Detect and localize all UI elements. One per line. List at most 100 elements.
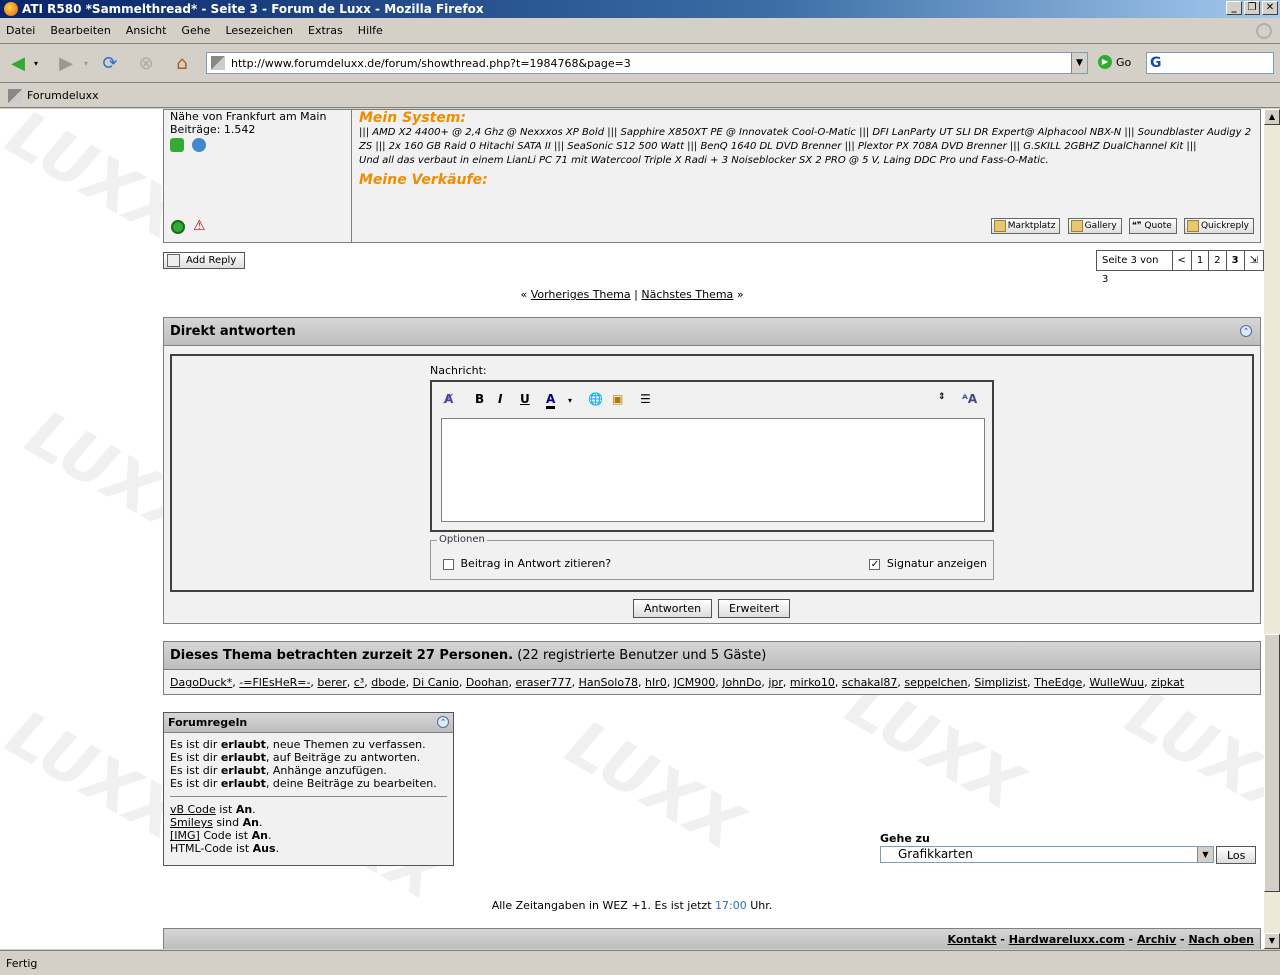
color-dropdown-icon[interactable]: ▾ [568, 396, 572, 405]
collapse-icon[interactable]: ⌃ [437, 716, 449, 728]
close-button[interactable]: ✕ [1262, 1, 1278, 15]
forward-arrow-icon[interactable]: ▶ [54, 52, 78, 76]
resize-icon[interactable]: ⇕ [938, 392, 946, 402]
text-color-icon[interactable]: A [546, 392, 556, 409]
viewer-link[interactable]: Simplizist [974, 676, 1027, 689]
menu-hilfe[interactable]: Hilfe [358, 24, 383, 37]
url-dropdown-icon[interactable]: ▼ [1071, 53, 1087, 73]
archive-link[interactable]: Archiv [1137, 933, 1176, 946]
add-reply-button[interactable]: Add Reply [163, 252, 246, 269]
rule-line: Es ist dir erlaubt, Anhänge anzufügen. [170, 764, 387, 777]
marketplace-button[interactable]: Marktplatz [990, 218, 1061, 234]
forum-jump-select[interactable]: Grafikkarten ▼ [880, 846, 1214, 863]
menu-bearbeiten[interactable]: Bearbeiten [50, 24, 110, 37]
url-bar[interactable]: ▼ [206, 52, 1088, 74]
viewer-link[interactable]: Di Canio [413, 676, 459, 689]
viewer-link[interactable]: schakal87 [842, 676, 897, 689]
previous-thread-link[interactable]: Vorheriges Thema [531, 288, 631, 301]
viewer-link[interactable]: eraser777 [516, 676, 572, 689]
signature-checkbox[interactable]: ✓ [869, 558, 881, 570]
forum-jump-go-button[interactable]: Los [1216, 846, 1257, 864]
viewer-link[interactable]: dbode [371, 676, 405, 689]
reload-icon[interactable]: ⟳ [98, 52, 122, 76]
underline-icon[interactable]: U [520, 392, 530, 406]
gallery-button[interactable]: Gallery [1067, 218, 1122, 234]
options-fieldset: Optionen Beitrag in Antwort zitieren? ✓ … [430, 534, 994, 580]
viewer-link[interactable]: berer [317, 676, 346, 689]
forum-jump-label: Gehe zu [880, 832, 930, 845]
next-thread-link[interactable]: Nächstes Thema [641, 288, 733, 301]
message-textarea[interactable] [441, 418, 985, 522]
remove-format-icon[interactable]: A̸ [444, 392, 453, 406]
viewer-link[interactable]: DagoDuck* [170, 676, 232, 689]
viewer-link[interactable]: seppelchen [904, 676, 967, 689]
online-status-icon [171, 220, 185, 234]
quote-button[interactable]: ❝❞ Quote [1128, 218, 1177, 234]
viewer-link[interactable]: HanSolo78 [579, 676, 638, 689]
viewer-link[interactable]: TheEdge [1034, 676, 1082, 689]
pager-prev[interactable]: < [1171, 250, 1192, 271]
advanced-reply-button[interactable]: Erweitert [718, 599, 791, 618]
insert-link-icon[interactable]: 🌐 [588, 392, 603, 406]
go-button[interactable]: ▶ Go [1098, 55, 1131, 69]
italic-icon[interactable]: I [498, 392, 502, 406]
select-dropdown-icon[interactable]: ▼ [1197, 847, 1213, 862]
pager-last[interactable]: ⇲ [1243, 250, 1264, 271]
buddy-icon[interactable] [191, 138, 206, 152]
rule-line: Es ist dir erlaubt, neue Themen zu verfa… [170, 738, 426, 751]
menu-extras[interactable]: Extras [308, 24, 343, 37]
bold-icon[interactable]: B [475, 392, 484, 406]
insert-image-icon[interactable]: ▣ [612, 392, 623, 406]
quickreply-button[interactable]: Quickreply [1183, 218, 1254, 234]
vbcode-link[interactable]: vB Code [170, 803, 216, 816]
code-line: vB Code ist An. [170, 803, 256, 816]
home-icon[interactable]: ⌂ [170, 52, 194, 76]
back-arrow-icon[interactable]: ◀ [6, 52, 30, 76]
top-link[interactable]: Nach oben [1188, 933, 1254, 946]
url-input[interactable] [231, 56, 1071, 70]
scroll-up-icon[interactable]: ▲ [1264, 109, 1280, 125]
search-input[interactable]: G [1146, 52, 1274, 74]
viewer-link[interactable]: mirko10 [790, 676, 835, 689]
scroll-down-icon[interactable]: ▼ [1264, 933, 1280, 949]
bookmark-page-icon [8, 88, 22, 103]
report-icon[interactable]: ⚠ [193, 218, 206, 234]
insert-quote-icon[interactable]: ☰ [640, 392, 651, 406]
switch-mode-icon[interactable]: ᴬA [962, 392, 977, 406]
stop-icon[interactable]: ⊗ [134, 52, 158, 76]
viewer-link[interactable]: JCM900 [674, 676, 715, 689]
go-label: Go [1116, 55, 1132, 69]
forward-dropdown-icon[interactable]: ▾ [80, 52, 92, 76]
smileys-link[interactable]: Smileys [170, 816, 213, 829]
minimize-button[interactable]: _ [1226, 1, 1242, 15]
menu-gehe[interactable]: Gehe [181, 24, 210, 37]
time-info: Alle Zeitangaben in WEZ +1. Es ist jetzt… [491, 899, 773, 912]
system-case: Und all das verbaut in einem LianLi PC 7… [359, 155, 1049, 166]
img-code-link[interactable]: [IMG] [170, 829, 200, 842]
viewer-link[interactable]: Doohan [466, 676, 509, 689]
menu-ansicht[interactable]: Ansicht [126, 24, 167, 37]
collapse-icon[interactable]: ⌃ [1240, 325, 1252, 337]
back-dropdown-icon[interactable]: ▾ [30, 52, 42, 76]
vertical-scrollbar[interactable]: ▲ ▼ [1264, 109, 1280, 949]
viewer-link[interactable]: zipkat [1151, 676, 1184, 689]
reply-icon [167, 254, 180, 267]
viewer-link[interactable]: hIr0 [645, 676, 667, 689]
bookmark-forumdeluxx[interactable]: Forumdeluxx [27, 89, 99, 102]
google-icon: G [1150, 55, 1162, 71]
viewer-link[interactable]: c³ [354, 676, 364, 689]
contact-link[interactable]: Kontakt [948, 933, 997, 946]
menu-datei[interactable]: Datei [6, 24, 35, 37]
viewer-link[interactable]: -=FlEsHeR=- [239, 676, 310, 689]
pager-page-1[interactable]: 1 [1190, 250, 1210, 271]
submit-reply-button[interactable]: Antworten [633, 599, 713, 618]
maximize-button[interactable]: ❐ [1244, 1, 1260, 15]
viewer-link[interactable]: WulleWuu [1089, 676, 1144, 689]
menu-lesezeichen[interactable]: Lesezeichen [225, 24, 293, 37]
pager-page-2[interactable]: 2 [1208, 250, 1227, 271]
hardwareluxx-link[interactable]: Hardwareluxx.com [1009, 933, 1125, 946]
viewer-link[interactable]: JohnDo [722, 676, 761, 689]
quote-checkbox[interactable] [443, 558, 454, 570]
scrollbar-thumb[interactable] [1264, 634, 1280, 892]
viewer-link[interactable]: jpr [768, 676, 783, 689]
